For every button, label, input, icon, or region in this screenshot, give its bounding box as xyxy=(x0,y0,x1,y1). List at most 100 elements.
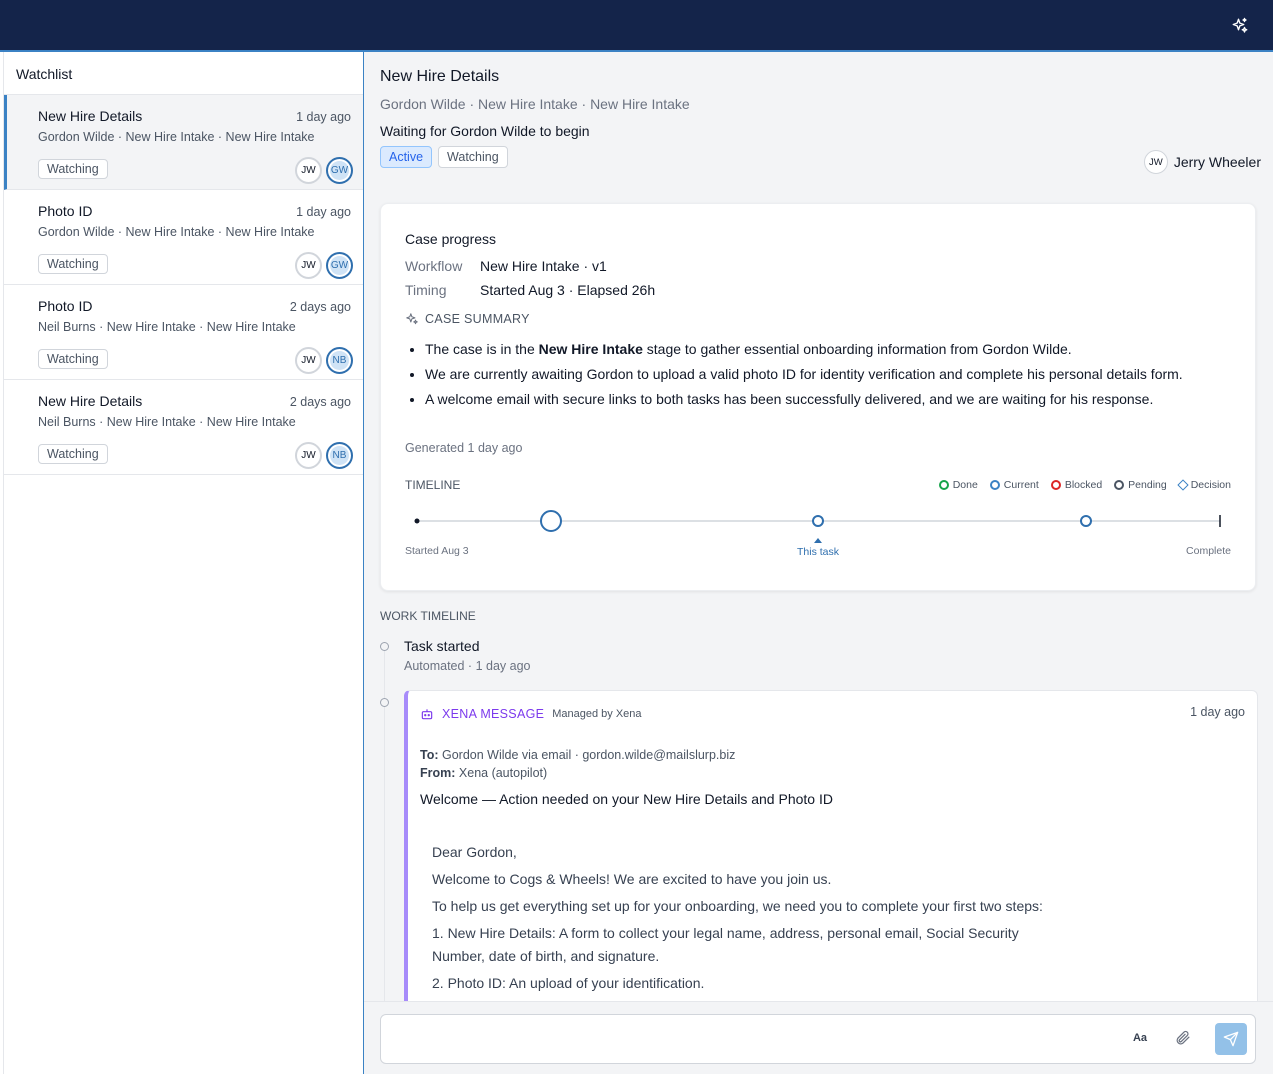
from-label: From: xyxy=(420,766,456,780)
badge-row: Active Watching xyxy=(380,146,1257,168)
from-value: Xena (autopilot) xyxy=(458,766,548,780)
summary-text: stage to gather essential onboarding inf… xyxy=(642,341,1072,357)
summary-stage: New Hire Intake xyxy=(538,341,643,357)
assignee[interactable]: JW Jerry Wheeler xyxy=(1143,150,1261,174)
top-bar xyxy=(0,0,1273,52)
status-text: Waiting for Gordon Wilde to begin xyxy=(380,123,590,139)
message-greeting: Dear Gordon, xyxy=(432,844,517,860)
current-ring-icon xyxy=(989,480,1000,490)
summary-text: The case is in the xyxy=(425,341,539,357)
avatar-group: JW GW xyxy=(295,252,353,279)
avatar: JW xyxy=(295,157,322,184)
summary-item: We are currently awaiting Gordon to uplo… xyxy=(425,363,1225,386)
timeline-event-dot xyxy=(380,642,389,651)
watching-badge: Watching xyxy=(38,254,108,274)
message-kind: XENA MESSAGE xyxy=(442,707,545,721)
watchlist-item-time: 1 day ago xyxy=(296,110,351,124)
summary-item: A welcome email with secure links to bot… xyxy=(425,388,1225,411)
message-composer: Aa xyxy=(364,1001,1273,1074)
watchlist-title: Watchlist xyxy=(4,52,363,95)
message-paragraph: Welcome to Cogs & Wheels! We are excited… xyxy=(432,871,832,887)
avatar: JW xyxy=(1143,150,1168,174)
case-summary-label: CASE SUMMARY xyxy=(425,312,530,326)
watchlist-item-time: 2 days ago xyxy=(289,395,351,409)
timeline-start-label: Started Aug 3 xyxy=(405,545,469,557)
decision-diamond-icon xyxy=(1177,479,1189,491)
robot-icon xyxy=(421,709,433,720)
message-from: From: Xena (autopilot) xyxy=(420,766,547,780)
page-subtitle: Gordon Wilde · New Hire Intake · New Hir… xyxy=(380,96,690,112)
message-list-item: 2. Photo ID: An upload of your identific… xyxy=(432,974,705,991)
timeline-node[interactable] xyxy=(1080,515,1092,527)
timing-row: Timing Started Aug 3 · Elapsed 26h xyxy=(405,282,655,298)
timeline-legend: Done Current Blocked Pending Decision xyxy=(938,479,1231,491)
avatar: NB xyxy=(326,347,353,374)
message-input[interactable] xyxy=(393,1029,1093,1045)
timeline-this-task-node[interactable] xyxy=(812,515,824,527)
case-progress-title: Case progress xyxy=(405,231,497,247)
legend-blocked: Blocked xyxy=(1050,479,1102,491)
message-body: Dear Gordon, Welcome to Cogs & Wheels! W… xyxy=(432,841,1072,999)
message-to: To: Gordon Wilde via email · gordon.wild… xyxy=(420,748,735,762)
assignee-name: Jerry Wheeler xyxy=(1173,154,1261,170)
active-badge: Active xyxy=(380,146,433,168)
watchlist-item[interactable]: New Hire Details 1 day ago Gordon Wilde … xyxy=(4,95,363,190)
legend-done: Done xyxy=(938,479,978,491)
send-button[interactable] xyxy=(1215,1023,1247,1055)
message-list-item: 1. New Hire Details: A form to collect y… xyxy=(432,925,1019,964)
task-detail-panel: New Hire Details Gordon Wilde · New Hire… xyxy=(364,52,1273,1074)
message-time: 1 day ago xyxy=(1190,705,1245,719)
watchlist-sidebar: Watchlist New Hire Details 1 day ago Gor… xyxy=(3,52,364,1074)
sparkle-icon xyxy=(406,313,418,325)
watching-badge[interactable]: Watching xyxy=(438,146,508,168)
task-started-title: Task started xyxy=(404,638,480,654)
avatar: JW xyxy=(295,442,322,469)
sparkle-icon[interactable] xyxy=(1229,15,1251,37)
message-header: XENA MESSAGE Managed by Xena xyxy=(420,707,642,721)
legend-current: Current xyxy=(989,479,1039,491)
composer-box: Aa xyxy=(380,1014,1256,1064)
case-summary-list: The case is in the New Hire Intake stage… xyxy=(425,338,1225,413)
avatar: JW xyxy=(295,347,322,374)
watchlist-item[interactable]: New Hire Details 2 days ago Neil Burns ·… xyxy=(4,380,363,475)
message-subject: Welcome — Action needed on your New Hire… xyxy=(420,791,833,807)
generated-time: Generated 1 day ago xyxy=(405,441,523,455)
watchlist-item[interactable]: Photo ID 2 days ago Neil Burns · New Hir… xyxy=(4,285,363,380)
page-title: New Hire Details xyxy=(380,68,500,85)
watchlist-item[interactable]: Photo ID 1 day ago Gordon Wilde · New Hi… xyxy=(4,190,363,285)
timeline-event-dot xyxy=(380,698,389,707)
to-value: Gordon Wilde via email · gordon.wilde@ma… xyxy=(442,748,736,762)
watching-badge: Watching xyxy=(38,444,108,464)
work-timeline-label: WORK TIMELINE xyxy=(380,609,476,623)
watchlist-item-subtitle: Neil Burns · New Hire Intake · New Hire … xyxy=(38,320,296,334)
paperclip-icon[interactable] xyxy=(1174,1029,1191,1051)
case-summary-heading: CASE SUMMARY xyxy=(405,312,530,326)
watchlist-item-subtitle: Gordon Wilde · New Hire Intake · New Hir… xyxy=(38,130,315,144)
watchlist-item-time: 2 days ago xyxy=(289,300,351,314)
timeline-end-label: Complete xyxy=(1186,545,1231,557)
task-header: New Hire Details Gordon Wilde · New Hire… xyxy=(380,68,1257,168)
done-ring-icon xyxy=(938,480,949,490)
avatar: NB xyxy=(326,442,353,469)
task-started-meta: Automated · 1 day ago xyxy=(404,659,531,673)
watching-badge: Watching xyxy=(38,159,108,179)
this-task-marker xyxy=(814,538,822,543)
timeline-this-task-label: This task xyxy=(797,546,840,558)
format-text-button[interactable]: Aa xyxy=(1133,1032,1147,1044)
pending-ring-icon xyxy=(1114,480,1125,490)
watchlist-item-subtitle: Neil Burns · New Hire Intake · New Hire … xyxy=(38,415,296,429)
avatar-group: JW NB xyxy=(295,347,353,374)
watchlist-item-subtitle: Gordon Wilde · New Hire Intake · New Hir… xyxy=(38,225,315,239)
legend-decision: Decision xyxy=(1177,479,1231,491)
send-icon xyxy=(1223,1031,1239,1047)
avatar-group: JW GW xyxy=(295,157,353,184)
avatar: GW xyxy=(326,252,353,279)
timeline-start-dot xyxy=(414,518,420,524)
watching-badge: Watching xyxy=(38,349,108,369)
workflow-value: New Hire Intake · v1 xyxy=(480,258,607,274)
message-paragraph: To help us get everything set up for you… xyxy=(432,898,1043,914)
case-progress-card: Case progress Workflow New Hire Intake · … xyxy=(380,203,1256,591)
timeline-current-node[interactable] xyxy=(540,510,562,532)
message-managed-by: Managed by Xena xyxy=(552,708,642,720)
to-label: To: xyxy=(420,748,439,762)
